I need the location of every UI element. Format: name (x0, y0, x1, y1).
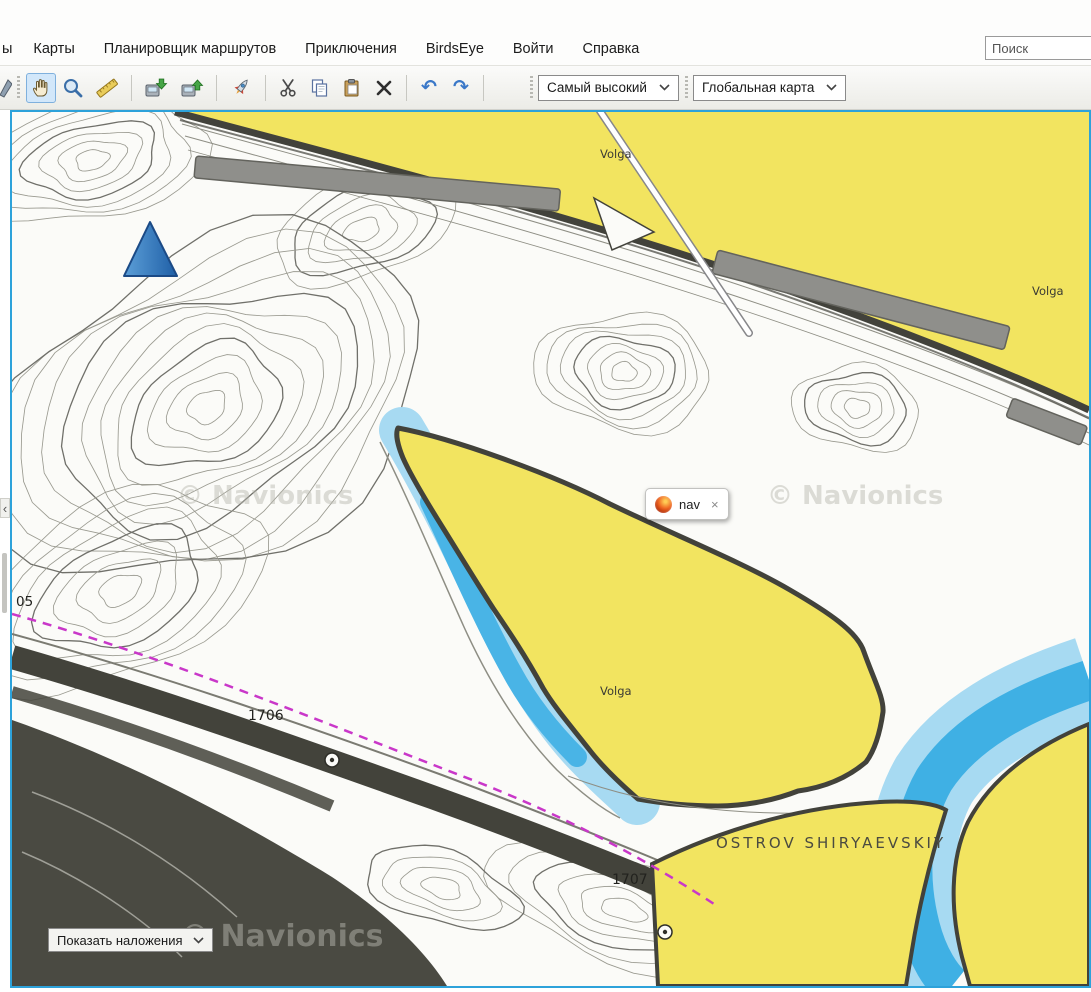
delete-button[interactable] (369, 73, 399, 103)
map-viewport: © Navionics © Navionics © Navionics Volg… (10, 110, 1091, 988)
toolbar-separator (131, 75, 132, 101)
undo-button[interactable]: ↶ (414, 73, 444, 103)
zoom-tool-button[interactable] (58, 73, 88, 103)
receive-from-device-icon (179, 76, 205, 100)
menu-item-maps[interactable]: Карты (33, 41, 74, 57)
chevron-down-icon (193, 937, 204, 944)
cut-button[interactable] (273, 73, 303, 103)
menu-item-login[interactable]: Войти (513, 41, 554, 57)
detail-level-value: Самый высокий (547, 80, 647, 95)
chevron-down-icon (659, 84, 670, 91)
menu-bar: ы Карты Планировщик маршрутов Приключени… (0, 0, 1091, 66)
paste-icon (341, 77, 363, 99)
survey-mark-1706 (325, 753, 339, 767)
redo-icon: ↷ (453, 78, 469, 97)
search-input[interactable] (985, 36, 1091, 60)
river-label: Volga (600, 684, 632, 698)
delete-x-icon (373, 77, 395, 99)
toolbar-grip (17, 76, 20, 100)
rocket-icon (229, 76, 253, 100)
pen-tool-icon-partial[interactable] (0, 73, 13, 103)
callout-close-icon[interactable]: × (711, 497, 719, 512)
menu-item-birdseye[interactable]: BirdsEye (426, 41, 484, 57)
menu-item-help[interactable]: Справка (582, 41, 639, 57)
copy-icon (309, 77, 331, 99)
redo-button[interactable]: ↷ (446, 73, 476, 103)
send-to-device-button[interactable] (139, 73, 173, 103)
chevron-left-icon: ‹ (3, 501, 7, 516)
river-label: Volga (1032, 284, 1064, 298)
ruler-icon (94, 76, 120, 100)
toolbar-grip (530, 76, 533, 100)
show-overlays-dropdown[interactable]: Показать наложения (48, 928, 213, 952)
toolbar-separator (216, 75, 217, 101)
callout-label: nav (679, 497, 700, 512)
toolbar-grip (685, 76, 688, 100)
spot-label-1706: 1706 (248, 708, 284, 724)
spot-label-partial: 05 (16, 594, 33, 610)
toolbar-separator (406, 75, 407, 101)
magnifier-icon (61, 76, 85, 100)
map-callout-nav[interactable]: nav × (645, 488, 729, 520)
receive-from-device-button[interactable] (175, 73, 209, 103)
chevron-down-icon (826, 84, 837, 91)
panel-collapse-button[interactable]: ‹ (0, 498, 10, 518)
menu-item-partial[interactable]: ы (2, 41, 12, 57)
panel-splitter-handle[interactable] (2, 553, 7, 613)
detail-level-dropdown[interactable]: Самый высокий (538, 75, 679, 101)
paste-button[interactable] (337, 73, 367, 103)
toolbar-separator (265, 75, 266, 101)
transfer-button[interactable] (224, 73, 258, 103)
river-label: Volga (600, 147, 632, 161)
map-canvas[interactable]: © Navionics © Navionics © Navionics Volg… (12, 112, 1089, 986)
measure-tool-button[interactable] (90, 73, 124, 103)
send-to-device-icon (143, 76, 169, 100)
nav-overlay-icon (655, 496, 672, 513)
undo-icon: ↶ (421, 78, 437, 97)
copy-button[interactable] (305, 73, 335, 103)
island-name-label: OSTROV SHIRYAEVSKIY (716, 834, 946, 852)
menu-item-route-planner[interactable]: Планировщик маршрутов (104, 41, 276, 57)
map-product-value: Глобальная карта (702, 80, 814, 95)
svg-text:© Navionics: © Navionics (177, 481, 353, 511)
scissors-icon (277, 77, 299, 99)
map-product-dropdown[interactable]: Глобальная карта (693, 75, 846, 101)
toolbar: ↶ ↷ Самый высокий Глобальная карта (0, 66, 1091, 110)
toolbar-separator (483, 75, 484, 101)
menu-item-adventures[interactable]: Приключения (305, 41, 397, 57)
pan-tool-button[interactable] (26, 73, 56, 103)
left-panel-strip: ‹ (0, 110, 10, 988)
show-overlays-label: Показать наложения (57, 933, 183, 948)
hand-icon (29, 76, 53, 100)
svg-text:© Navionics: © Navionics (767, 481, 943, 511)
survey-mark-1707 (658, 925, 672, 939)
spot-label-1707: 1707 (612, 872, 648, 888)
